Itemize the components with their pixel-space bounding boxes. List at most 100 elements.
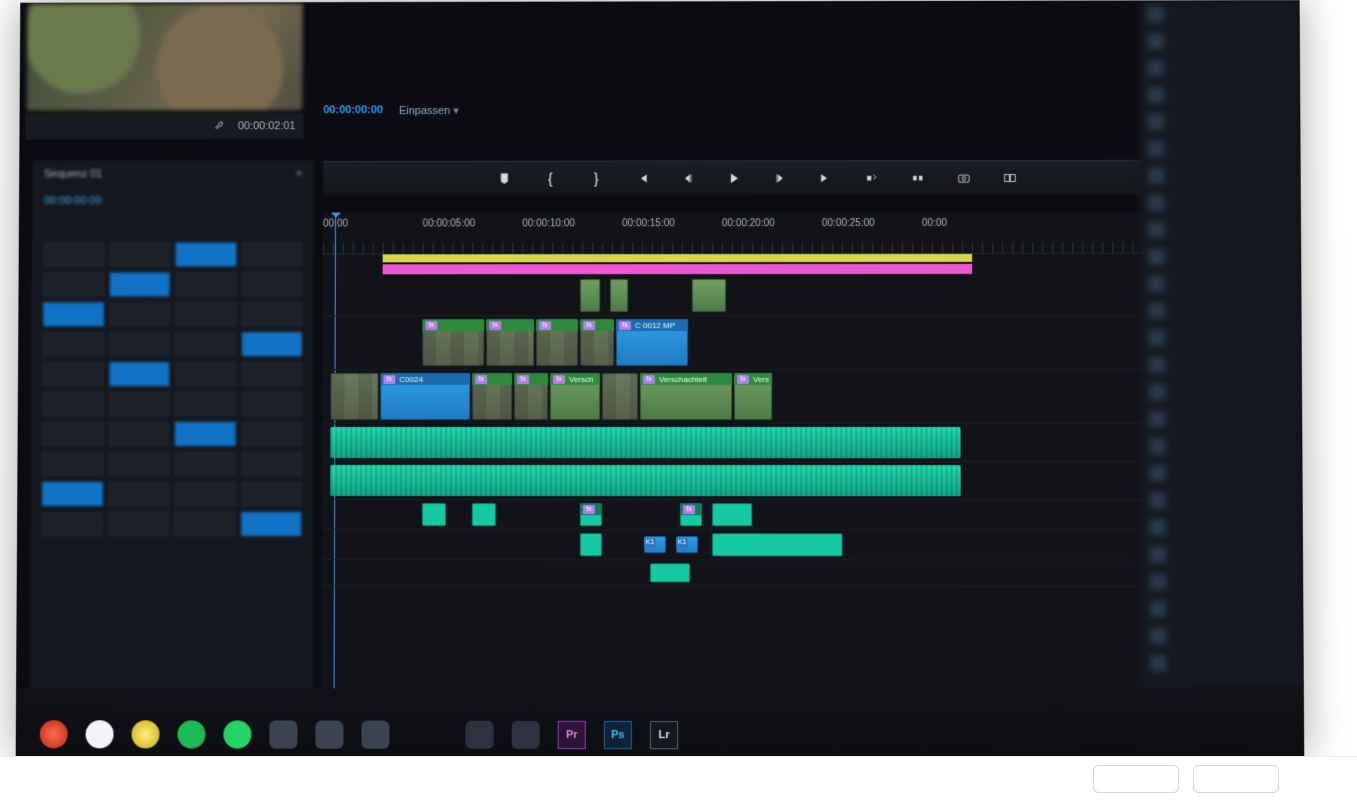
nested-clip[interactable]: fxVerschachtelt	[640, 373, 732, 420]
video-clip[interactable]: fx	[486, 319, 534, 366]
video-clip[interactable]	[610, 279, 628, 312]
video-clip[interactable]: fx	[536, 319, 578, 366]
audio-clip[interactable]	[712, 503, 752, 526]
taskbar-spotify-icon[interactable]	[177, 720, 205, 748]
track-v2[interactable]: fx fx fx fx fx C 0012 MP	[323, 316, 1194, 370]
audio-clip[interactable]: fx	[580, 503, 602, 526]
wrench-icon[interactable]	[214, 118, 228, 135]
track-a5[interactable]	[322, 560, 1195, 587]
track-controls-grid[interactable]	[32, 215, 312, 564]
fx-badge: fx	[643, 375, 655, 384]
step-back-button[interactable]	[679, 169, 697, 187]
audio-clip[interactable]	[580, 533, 602, 556]
fx-badge: fx	[539, 321, 551, 330]
export-frame-button[interactable]	[955, 169, 973, 187]
taskbar-app-icon[interactable]	[269, 720, 297, 748]
chevron-down-icon: ▾	[453, 105, 459, 117]
lift-button[interactable]	[863, 169, 881, 187]
transport-bar: { }	[323, 160, 1192, 197]
play-button[interactable]	[725, 169, 743, 187]
sequence-playhead-timecode[interactable]: 00:00:00:00	[34, 187, 312, 215]
extract-button[interactable]	[909, 169, 927, 187]
pill-button[interactable]	[1193, 765, 1279, 793]
track-a2[interactable]	[322, 462, 1194, 500]
fit-dropdown[interactable]: Einpassen ▾	[399, 104, 459, 117]
taskbar-app-icon[interactable]	[131, 720, 159, 748]
track-v3[interactable]	[323, 276, 1193, 316]
ruler-tick: 00:00	[922, 218, 1022, 238]
video-clip[interactable]: fx	[472, 373, 512, 420]
timeline-panel[interactable]: 00:00 00:00:05:00 00:00:10:00 00:00:15:0…	[322, 212, 1195, 694]
sequence-title: Sequenz 01	[44, 168, 102, 180]
track-a4[interactable]: K1 K1	[322, 530, 1194, 561]
close-icon[interactable]: ×	[296, 168, 302, 180]
audio-clip[interactable]	[422, 503, 446, 526]
page-footer-area	[0, 756, 1357, 800]
taskbar-app-icon[interactable]	[315, 721, 343, 749]
windows-taskbar[interactable]: Pr Ps Lr	[16, 688, 1305, 758]
step-forward-button[interactable]	[771, 169, 789, 187]
audio-clip[interactable]: fx	[680, 503, 702, 526]
taskbar-lightroom-icon[interactable]: Lr	[650, 721, 678, 749]
nested-clip[interactable]: fxVersch	[550, 373, 600, 420]
track-a1[interactable]: fx	[322, 424, 1193, 462]
taskbar-whatsapp-icon[interactable]	[223, 720, 251, 748]
ruler-tick: 00:00:05:00	[423, 218, 523, 238]
pill-button[interactable]	[1093, 765, 1179, 793]
go-to-in-button[interactable]	[633, 169, 651, 187]
in-out-range[interactable]	[383, 254, 972, 262]
ruler-tick: 00:00:25:00	[822, 218, 922, 238]
audio-clip[interactable]	[472, 503, 496, 526]
taskbar-app-icon[interactable]	[361, 721, 389, 749]
fx-badge: fx	[583, 505, 595, 514]
fx-badge: fx	[425, 321, 437, 330]
video-clip[interactable]: fx	[514, 373, 548, 420]
audio-clip[interactable]	[712, 533, 842, 556]
taskbar-premiere-icon[interactable]: Pr	[558, 721, 586, 749]
taskbar-app-icon[interactable]	[512, 721, 540, 749]
right-panel-list	[1139, 0, 1303, 687]
mark-in-button[interactable]: {	[541, 170, 559, 188]
video-clip[interactable]: fx	[422, 319, 484, 366]
fx-badge: fx	[475, 375, 487, 384]
fx-badge: fx	[619, 321, 631, 330]
time-ruler[interactable]: 00:00 00:00:05:00 00:00:10:00 00:00:15:0…	[323, 212, 1193, 255]
fx-badge: fx	[553, 375, 565, 384]
fx-badge: fx	[383, 375, 395, 384]
track-v1[interactable]: fx C0024 fx fx fxVersch fxVerschachtelt f…	[322, 370, 1193, 424]
taskbar-photoshop-icon[interactable]: Ps	[604, 721, 632, 749]
keyframe-chip[interactable]: K1	[644, 536, 666, 553]
mark-out-button[interactable]: }	[587, 170, 605, 188]
marker-range[interactable]	[383, 264, 972, 274]
clip-label: C 0012 MP	[635, 321, 675, 330]
taskbar-app-icon[interactable]	[86, 720, 114, 748]
audio-clip[interactable]: fx	[330, 427, 960, 458]
clip-label: C0024	[399, 375, 423, 384]
fx-badge: fx	[517, 375, 529, 384]
nested-clip[interactable]: fxVers	[734, 373, 772, 420]
track-a3[interactable]: fx fx	[322, 500, 1194, 530]
fx-badge: fx	[489, 321, 501, 330]
taskbar-app-icon[interactable]	[466, 721, 494, 749]
video-clip-c0024[interactable]: fx C0024	[380, 373, 470, 420]
go-to-out-button[interactable]	[817, 169, 835, 187]
add-marker-button[interactable]	[495, 170, 513, 188]
k1-badge: K1	[676, 538, 688, 547]
video-clip[interactable]	[692, 279, 726, 312]
source-monitor-thumbnail	[26, 2, 304, 112]
audio-clip[interactable]	[330, 465, 961, 496]
audio-clip[interactable]	[650, 563, 690, 582]
video-clip-c0012[interactable]: fx C 0012 MP	[616, 319, 688, 366]
program-timecode[interactable]: 00:00:00:00	[323, 104, 383, 116]
video-clip[interactable]	[580, 279, 600, 312]
comparison-view-button[interactable]	[1001, 169, 1019, 187]
video-clip[interactable]	[330, 373, 378, 420]
video-clip[interactable]: fx	[580, 319, 614, 366]
source-monitor-info: 00:00:02:01	[25, 113, 303, 139]
fx-badge: fx	[737, 374, 749, 383]
video-clip[interactable]	[602, 373, 638, 420]
taskbar-app-icon[interactable]	[40, 720, 68, 748]
program-header: 00:00:00:00 Einpassen ▾	[323, 96, 1192, 123]
keyframe-chip[interactable]: K1	[676, 536, 698, 553]
fx-badge: fx	[583, 321, 595, 330]
